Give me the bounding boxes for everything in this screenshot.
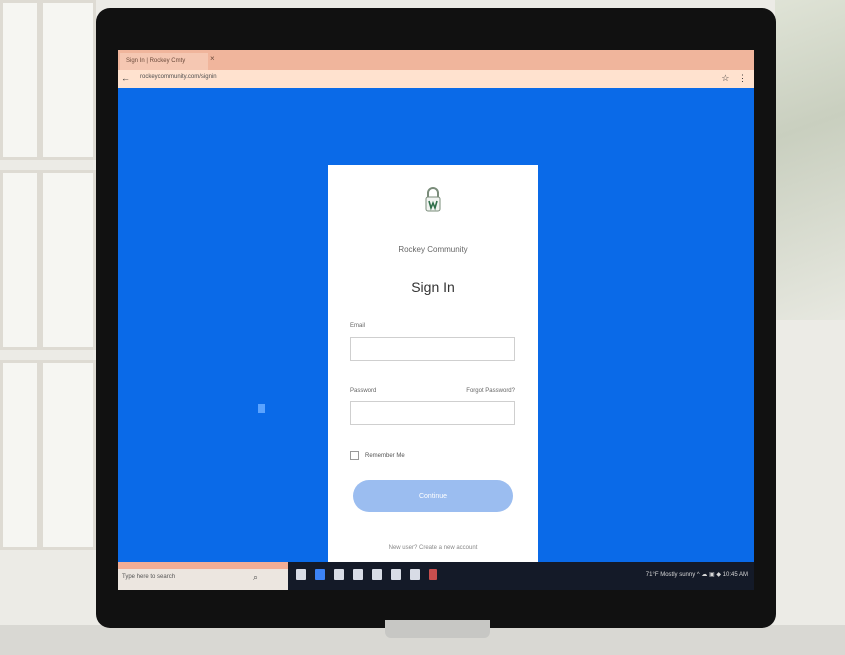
remember-me[interactable]: Remember Me: [350, 451, 405, 460]
search-header-strip: [118, 562, 288, 569]
screen: Sign In | Rockey Cmty × ← rockeycommunit…: [118, 50, 754, 590]
create-account-link[interactable]: New user? Create a new account: [328, 545, 538, 551]
window-pane: [40, 0, 96, 160]
file-explorer-icon[interactable]: [334, 569, 344, 580]
system-tray[interactable]: 71°F Mostly sunny ^ ☁ ▣ ◆ 10:45 AM: [646, 571, 748, 578]
forgot-password-link[interactable]: Forgot Password?: [466, 388, 515, 394]
remember-me-checkbox[interactable]: [350, 451, 359, 460]
signin-card: Rockey Community Sign In Email Password …: [328, 165, 538, 590]
padlock-logo-icon: [425, 187, 441, 212]
browser-tab-bar: Sign In | Rockey Cmty ×: [118, 50, 754, 70]
email-field[interactable]: [350, 337, 515, 361]
address-bar: ← rockeycommunity.com/signin ☆ ⋮: [118, 70, 754, 88]
app-icon[interactable]: [391, 569, 401, 580]
search-input[interactable]: Type here to search: [122, 574, 175, 580]
taskbar-search[interactable]: Type here to search ⌕: [118, 562, 288, 590]
window-pane: [0, 170, 40, 350]
signin-button[interactable]: Continue: [353, 480, 513, 512]
remember-me-label: Remember Me: [365, 453, 405, 460]
mail-icon[interactable]: [372, 569, 382, 580]
url-field[interactable]: rockeycommunity.com/signin: [140, 74, 217, 80]
email-label: Email: [350, 323, 366, 329]
browser-menu-icons[interactable]: ☆ ⋮: [721, 73, 750, 84]
store-icon[interactable]: [353, 569, 363, 580]
back-arrow-icon[interactable]: ←: [121, 73, 130, 83]
browser-tab[interactable]: Sign In | Rockey Cmty: [120, 53, 208, 70]
taskbar: Type here to search ⌕ 71°F Mostly sunny …: [118, 562, 754, 590]
window-pane: [40, 170, 96, 350]
search-icon[interactable]: ⌕: [253, 572, 258, 583]
mouse-cursor: [258, 404, 265, 413]
taskbar-apps: [296, 569, 437, 580]
edge-browser-icon[interactable]: [315, 569, 325, 580]
page-title: Sign In: [411, 279, 455, 295]
window-pane: [40, 360, 96, 550]
password-field[interactable]: [350, 401, 515, 425]
password-label: Password: [350, 388, 377, 394]
plant: [775, 0, 845, 320]
laptop-stand: [385, 620, 490, 638]
window-pane: [0, 0, 40, 160]
window-pane: [0, 360, 40, 550]
task-view-icon[interactable]: [296, 569, 306, 580]
app-icon[interactable]: [429, 569, 437, 580]
organization-name: Rockey Community: [398, 245, 468, 254]
close-tab-icon[interactable]: ×: [210, 54, 215, 63]
app-icon[interactable]: [410, 569, 420, 580]
